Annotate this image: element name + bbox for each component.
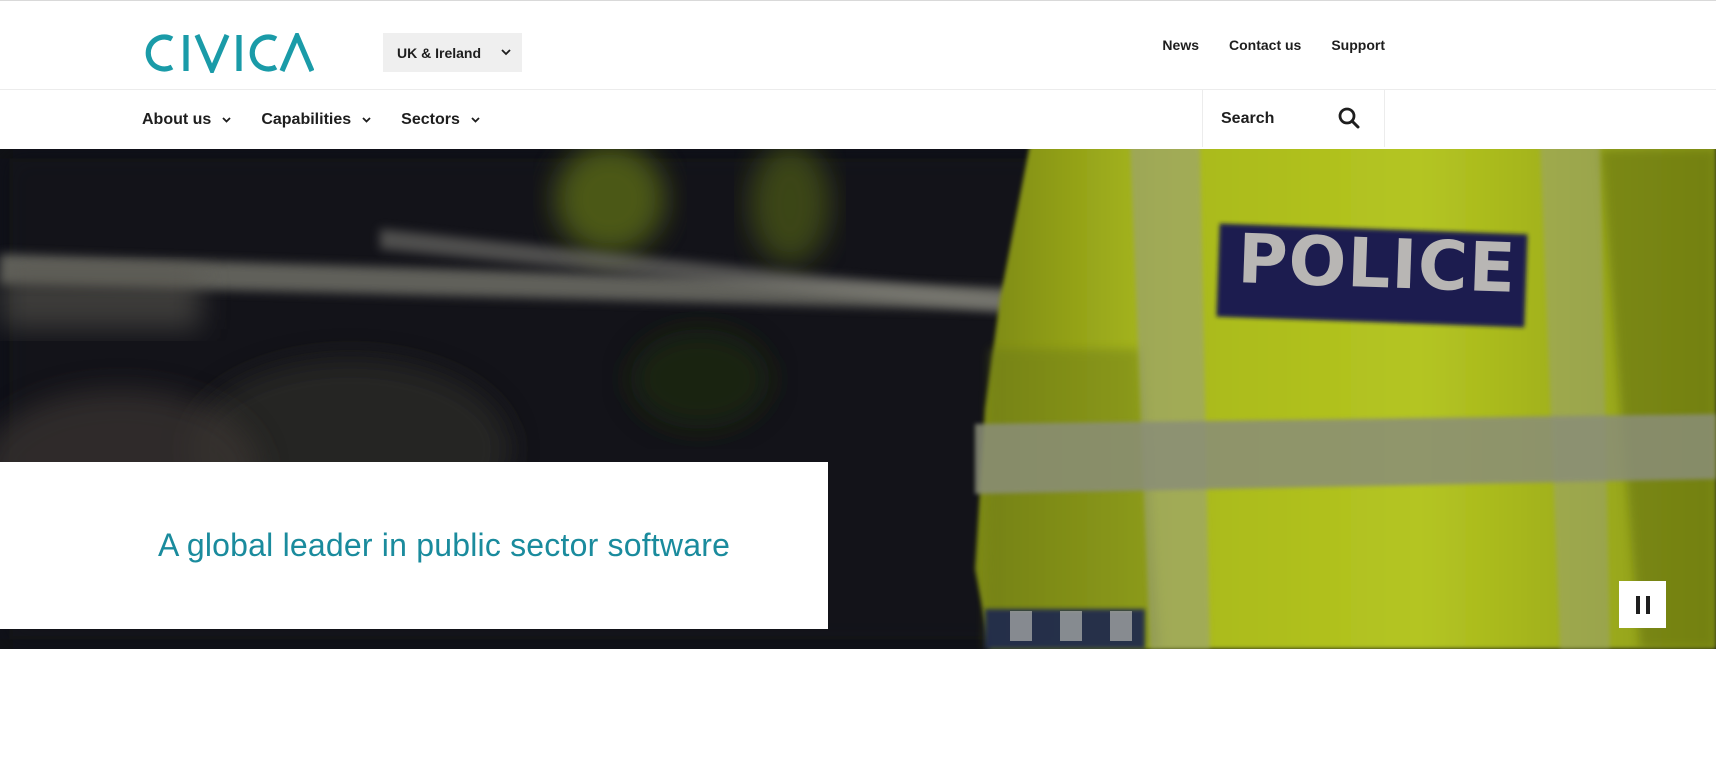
nav-item-label: Capabilities	[261, 110, 352, 128]
nav-item-label: About us	[142, 110, 212, 128]
chevron-down-icon	[501, 49, 511, 56]
nav-item-capabilities[interactable]: Capabilities	[261, 111, 372, 129]
chevron-down-icon	[362, 117, 371, 123]
news-link[interactable]: News	[1162, 37, 1199, 53]
pause-icon-bar	[1645, 595, 1650, 614]
hero-banner: POLICE A global leader in public sector …	[0, 149, 1716, 649]
main-nav: About us Capabilities Sectors Search	[0, 90, 1716, 149]
chevron-down-icon	[471, 117, 480, 123]
nav-item-sectors[interactable]: Sectors	[401, 111, 481, 129]
contact-us-link[interactable]: Contact us	[1229, 37, 1301, 53]
civica-logo[interactable]	[142, 29, 315, 77]
utility-nav: News Contact us Support	[1162, 37, 1385, 55]
region-selector-label: UK & Ireland	[397, 44, 482, 61]
nav-item-about-us[interactable]: About us	[142, 111, 232, 129]
top-header: UK & Ireland News Contact us Support	[0, 0, 1716, 90]
hero-heading: A global leader in public sector softwar…	[158, 527, 731, 563]
chevron-down-icon	[222, 117, 231, 123]
support-link[interactable]: Support	[1331, 37, 1385, 53]
civica-logo-icon	[145, 29, 315, 77]
pause-icon	[1635, 595, 1640, 614]
pause-button[interactable]	[1619, 581, 1666, 628]
search-icon[interactable]	[1338, 107, 1360, 129]
search-input[interactable]: Search	[1202, 90, 1385, 147]
hero-caption-box: A global leader in public sector softwar…	[0, 462, 828, 629]
region-selector[interactable]: UK & Ireland	[383, 33, 522, 72]
nav-item-label: Sectors	[401, 110, 460, 128]
police-badge-text: POLICE	[1236, 220, 1518, 309]
search-label: Search	[1221, 109, 1275, 127]
